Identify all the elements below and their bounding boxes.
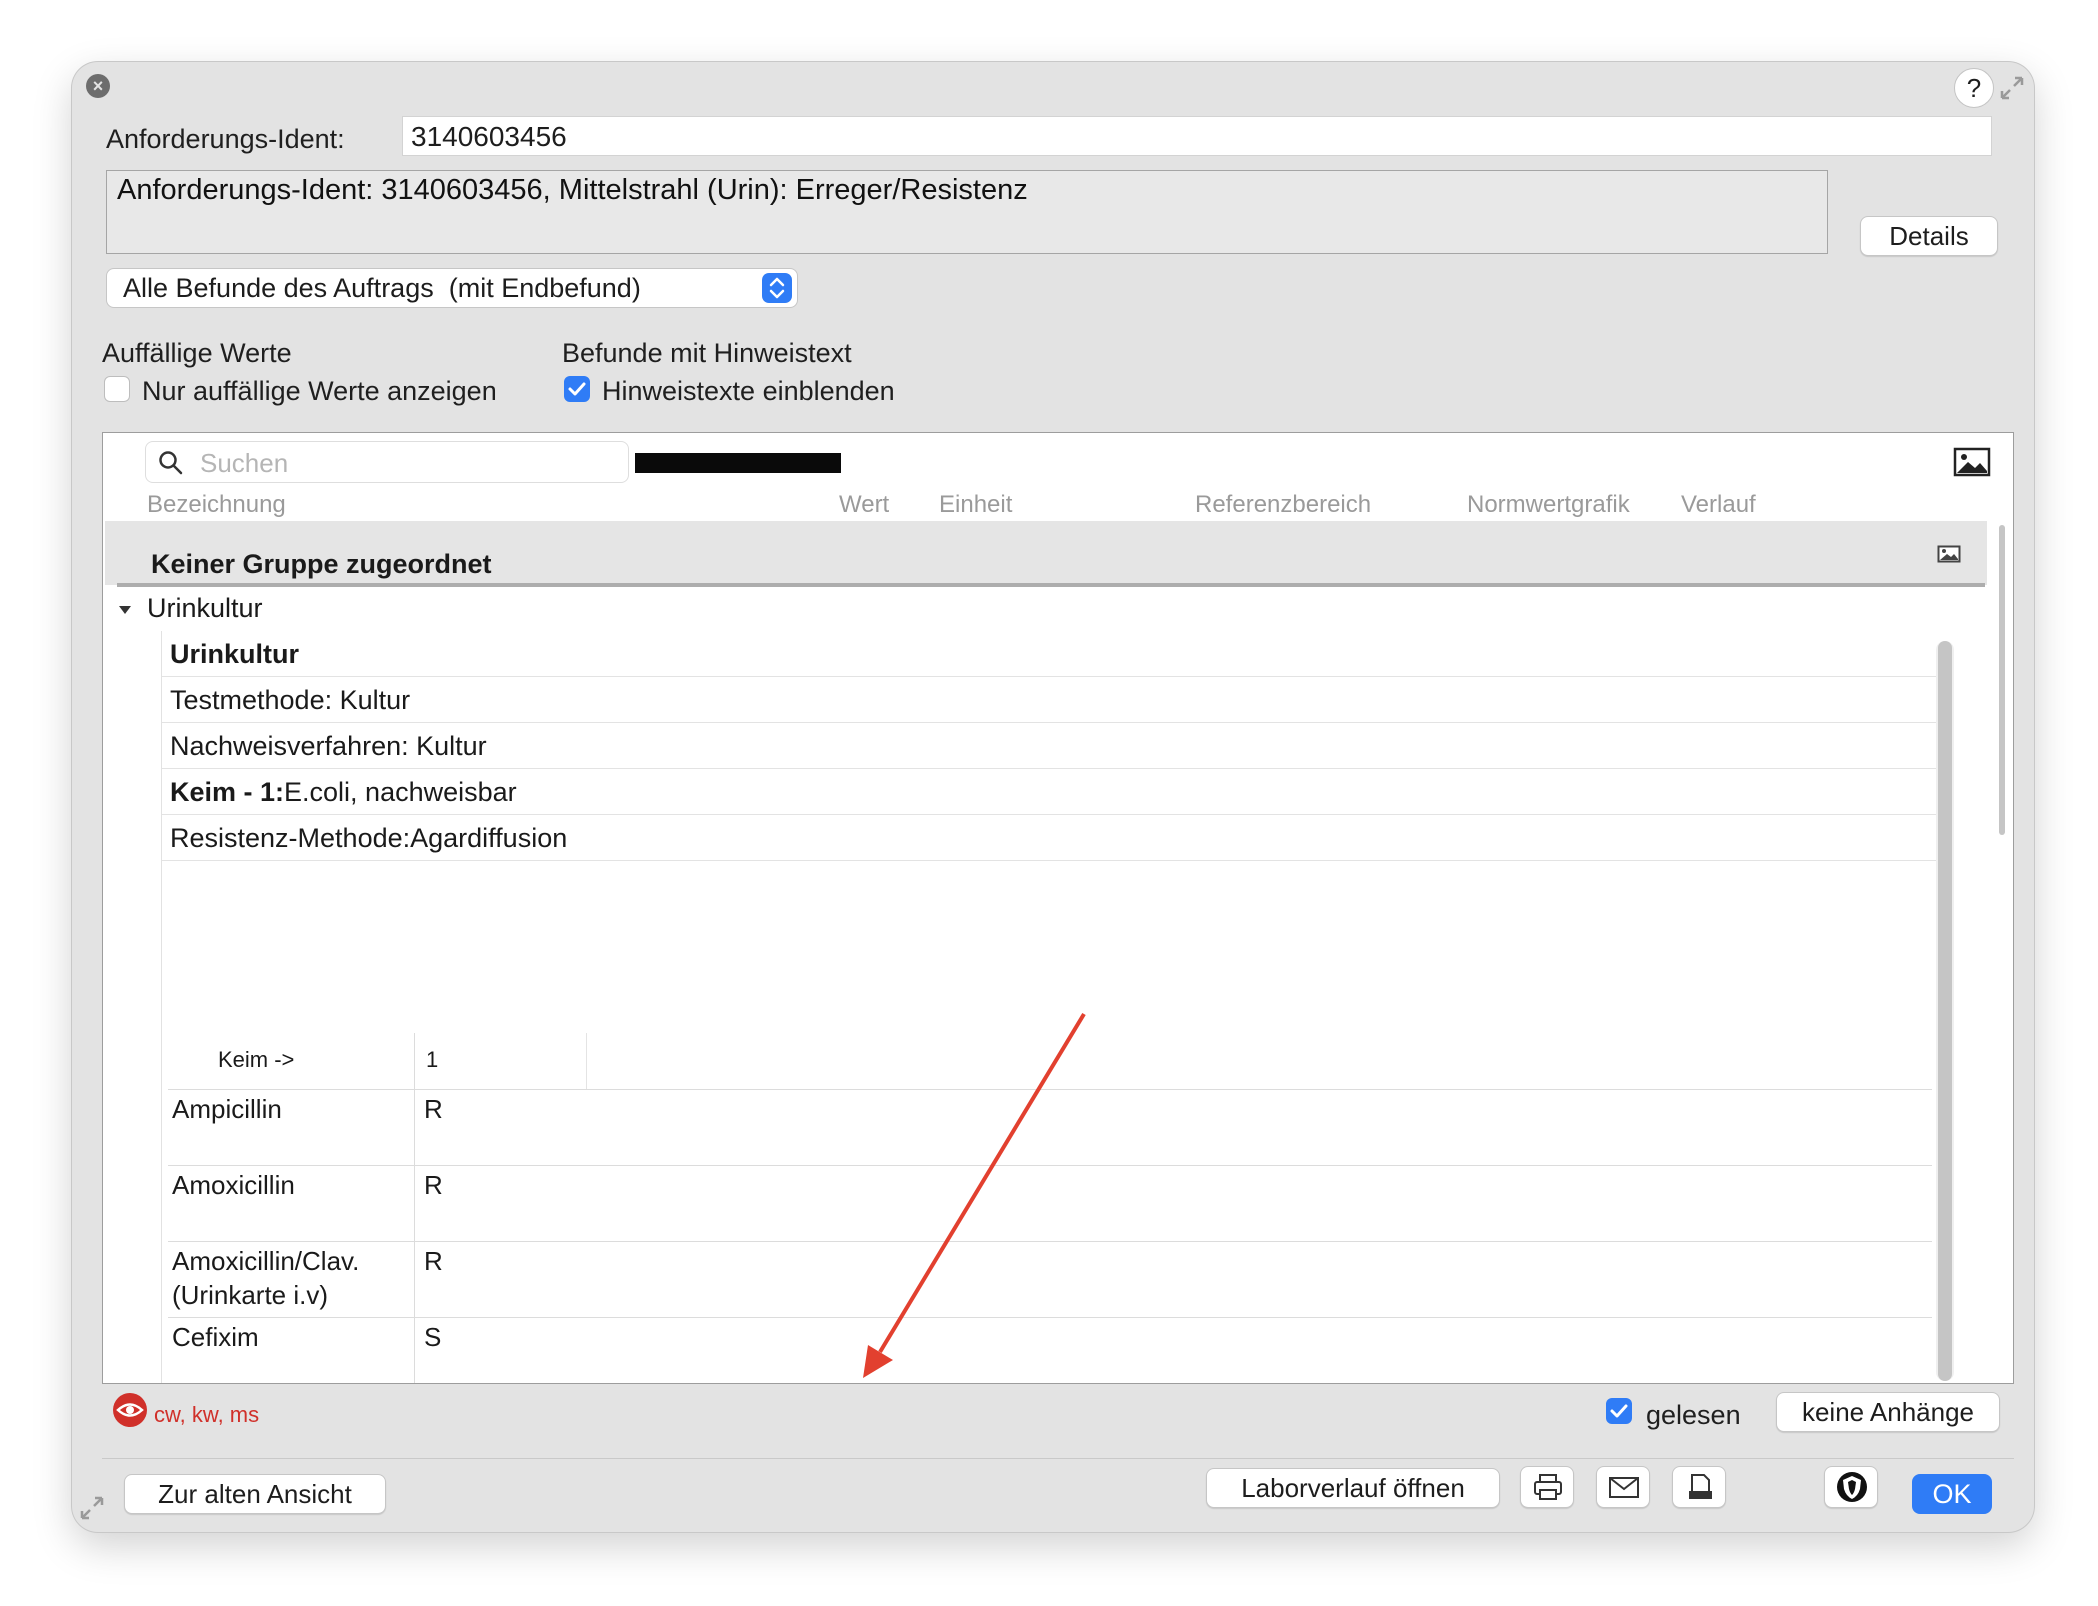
annotation-arrow [863,1012,1086,1378]
